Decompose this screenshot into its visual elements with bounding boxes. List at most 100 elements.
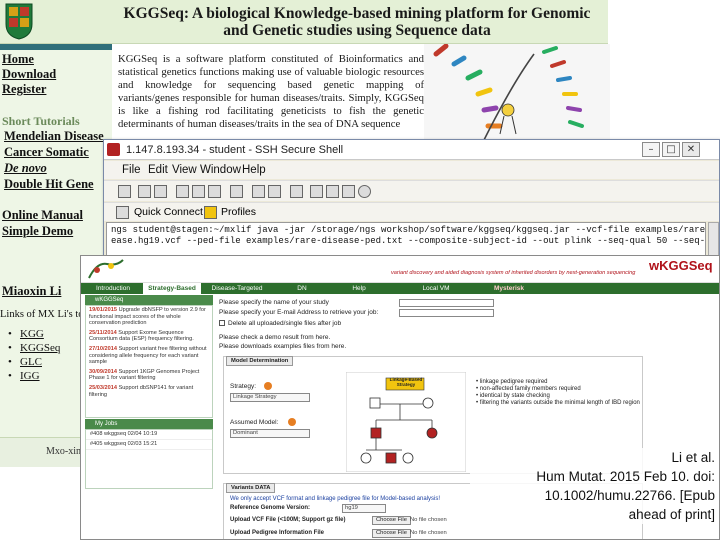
tab-mysterisk[interactable]: Mysterisk (481, 283, 537, 294)
checkbox[interactable] (219, 320, 225, 327)
wk-header: variant discovery and aided diagnosis sy… (81, 256, 719, 283)
university-crest-icon (5, 3, 33, 40)
citation-line: Li et al. (671, 450, 715, 465)
tab-help[interactable]: Help (337, 283, 381, 294)
ssh-app-icon (107, 143, 120, 156)
news-item: 25/03/2014 Support dbSNP141 for variant … (89, 384, 194, 398)
encrypt-icon[interactable] (326, 185, 339, 198)
help-icon[interactable] (288, 418, 296, 426)
help-icon[interactable] (264, 382, 272, 390)
nav-download-link[interactable]: Download (2, 67, 56, 82)
site-description: KGGSeq is a software platform constitute… (118, 53, 424, 130)
wk-tagline: variant discovery and aided diagnosis sy… (391, 270, 636, 276)
model-determination-tab[interactable]: Model Determination (226, 356, 294, 366)
sidebar-accent-bar (0, 44, 112, 50)
demo-result-text[interactable]: Please check a demo result from here. (219, 334, 330, 341)
vcf-file-status: No file chosen (410, 517, 447, 523)
menu-help[interactable]: Help (242, 164, 266, 176)
maximize-button[interactable]: □ (662, 142, 680, 157)
assumed-model-label: Assumed Model: (230, 419, 279, 426)
paste-icon[interactable] (208, 185, 221, 198)
news-list: 19/01/2015 Upgrade dbNSFP to version 2.9… (85, 305, 213, 418)
tool-link-item[interactable]: • GLC (8, 356, 42, 368)
strategy-select[interactable]: Linkage Strategy (230, 393, 310, 402)
save-icon[interactable] (118, 185, 131, 198)
new-terminal-icon[interactable] (252, 185, 265, 198)
wk-brand: wKGGSeq (649, 258, 713, 273)
variants-data-tab[interactable]: Variants DATA (226, 483, 276, 493)
site-title: KGGSeq: A biological Knowledge-based min… (123, 5, 591, 39)
menu-view[interactable]: View (172, 164, 197, 176)
ped-file-status: No file chosen (410, 530, 447, 536)
citation: Li et al. Hum Mutat. 2015 Feb 10. doi: 1… (470, 448, 715, 524)
nav-mendelian-disease-link[interactable]: Mendelian Disease (4, 129, 104, 144)
nav-de-novo-link[interactable]: De novo (4, 161, 47, 176)
author-link[interactable]: Miaoxin Li (2, 284, 61, 299)
citation-line: 10.1002/humu.22766. [Epub (544, 488, 715, 503)
find-icon[interactable] (230, 185, 243, 198)
wkggseq-logo-icon (88, 259, 124, 279)
minimize-button[interactable]: – (642, 142, 660, 157)
nav-simple-demo-link[interactable]: Simple Demo (2, 224, 73, 239)
strategy-label: Strategy: (230, 383, 257, 390)
nav-cancer-somatic-link[interactable]: Cancer Somatic (4, 145, 89, 160)
nav-register-link[interactable]: Register (2, 82, 46, 97)
job-row[interactable]: #408 wkggseq 02/04 10:19 (86, 430, 212, 440)
nav-online-manual-link[interactable]: Online Manual (2, 208, 83, 223)
menu-edit[interactable]: Edit (148, 164, 168, 176)
tool-link-item[interactable]: • IGG (8, 370, 40, 382)
tab-introduction[interactable]: Introduction (85, 283, 141, 294)
copy-icon[interactable] (192, 185, 205, 198)
tab-dn[interactable]: DN (277, 283, 327, 294)
tab-strategy-based[interactable]: Strategy-Based (143, 283, 201, 294)
footer-text: Mxo-xin (46, 446, 81, 457)
tool-link-item[interactable]: • KGG (8, 328, 44, 340)
wk-tab-bar: Introduction Strategy-Based Disease-Targ… (81, 283, 719, 294)
upload-ped-label: Upload Pedigree Information File (230, 530, 325, 536)
profiles-button[interactable]: Profiles (221, 206, 256, 218)
bullet-item: • linkage pedigree required (476, 379, 548, 385)
choose-ped-file-button[interactable]: Choose File (372, 529, 411, 538)
terminal-scrollbar[interactable] (708, 222, 719, 258)
pedigree-label: Linkage-Based Strategy (389, 377, 423, 387)
print-preview-icon[interactable] (154, 185, 167, 198)
info-icon[interactable] (342, 185, 355, 198)
tab-local-vm[interactable]: Local VM (411, 283, 461, 294)
delete-files-option[interactable]: Delete all uploaded/single files after j… (219, 320, 341, 327)
ref-genome-select[interactable]: hg19 (342, 504, 386, 513)
settings-icon[interactable] (310, 185, 323, 198)
jobs-list: #408 wkggseq 02/04 10:19 #405 wkggseq 02… (85, 429, 213, 489)
tab-disease-targeted[interactable]: Disease-Targeted (205, 283, 269, 294)
tool-link-item[interactable]: • KGGSeq (8, 342, 60, 354)
menu-window[interactable]: Window (200, 164, 241, 176)
quick-connect-button[interactable]: Quick Connect (134, 206, 203, 218)
nav-home-link[interactable]: Home (2, 52, 34, 67)
news-item: 30/09/2014 Support 1KGP Genomes Project … (89, 368, 200, 382)
close-button[interactable]: ✕ (682, 142, 700, 157)
email-input[interactable] (399, 309, 494, 317)
terminal-line: ease.hg19.vcf --ped-file examples/rare-d… (111, 236, 706, 246)
study-name-input[interactable] (399, 299, 494, 307)
terminal-output[interactable]: ngs student@stagen:~/mxlif java -jar /st… (106, 222, 706, 258)
citation-line: Hum Mutat. 2015 Feb 10. doi: (536, 469, 715, 484)
keyboard-icon[interactable] (290, 185, 303, 198)
print-icon[interactable] (138, 185, 151, 198)
news-item: 19/01/2015 Upgrade dbNSFP to version 2.9… (89, 307, 206, 327)
choose-vcf-file-button[interactable]: Choose File (372, 516, 411, 525)
news-item: 27/10/2014 Support variant free filterin… (89, 345, 207, 366)
download-examples-text[interactable]: Please downloads examples files from her… (219, 343, 346, 350)
bullet-item: • non-affected family members required (476, 386, 581, 392)
menu-file[interactable]: File (122, 164, 141, 176)
pedigree-diagram (346, 372, 466, 472)
nav-double-hit-gene-link[interactable]: Double Hit Gene (4, 177, 94, 192)
job-row[interactable]: #405 wkggseq 02/03 15:21 (86, 440, 212, 450)
assumed-model-select[interactable]: Dominant (230, 429, 310, 438)
ssh-toolbar (104, 180, 719, 201)
help-icon[interactable] (358, 185, 371, 198)
file-transfer-icon[interactable] (268, 185, 281, 198)
email-label: Please specify your E-mail Address to re… (219, 309, 379, 316)
wk-left-panel: wKGGSeq 19/01/2015 Upgrade dbNSFP to ver… (85, 295, 213, 539)
nav-short-tutorials-heading: Short Tutorials (2, 114, 80, 128)
ssh-titlebar: 1.147.8.193.34 - student - SSH Secure Sh… (104, 140, 719, 160)
cut-icon[interactable] (176, 185, 189, 198)
